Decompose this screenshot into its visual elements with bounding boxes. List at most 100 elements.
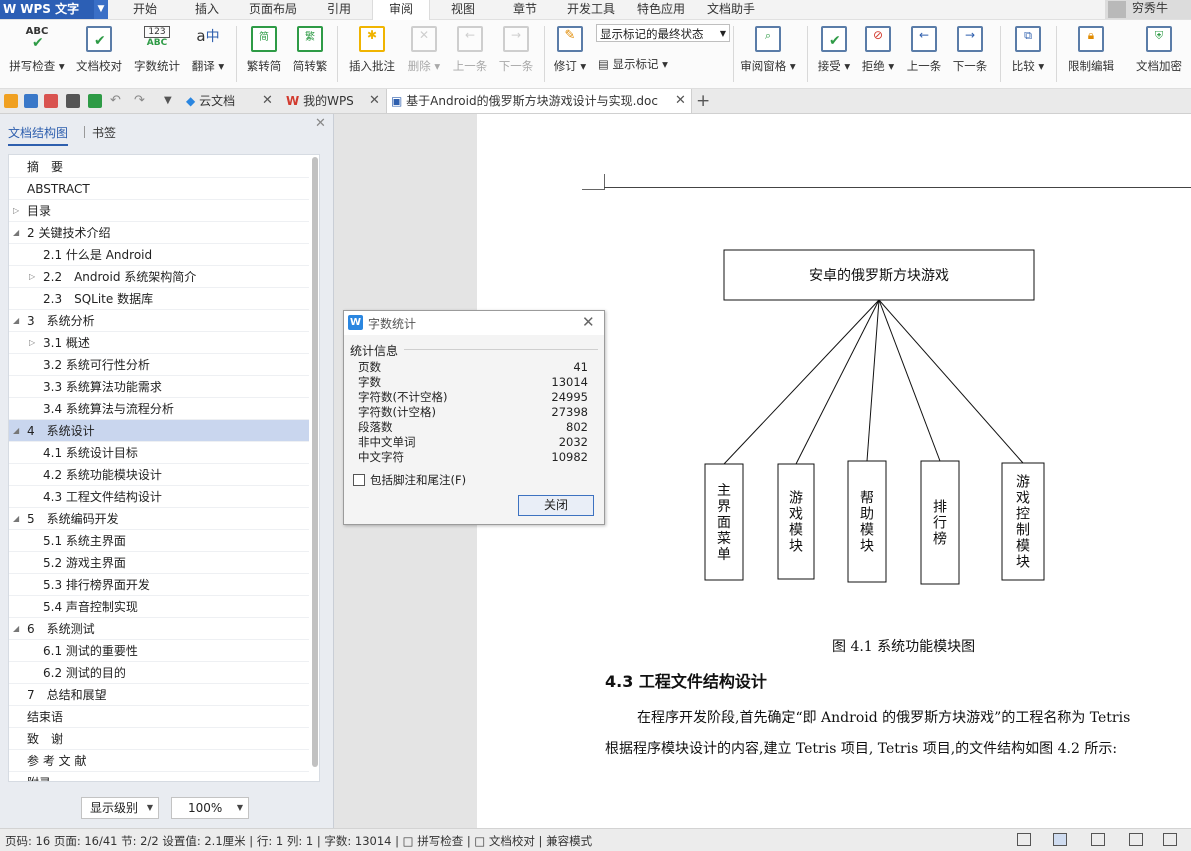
outline-item[interactable]: ◢ 5 系统编码开发 — [9, 508, 309, 530]
collapse-icon[interactable]: ◢ — [13, 508, 19, 530]
outline-item[interactable]: 4.1 系统设计目标 — [9, 442, 309, 464]
tab-special-apps[interactable]: 特色应用 — [628, 0, 694, 19]
next-change-button[interactable]: → 下一条 — [952, 24, 988, 84]
outline-item[interactable]: 结束语 — [9, 706, 309, 728]
web-view-icon[interactable] — [1129, 833, 1143, 846]
outline-item[interactable]: 3.2 系统可行性分析 — [9, 354, 309, 376]
outline-item[interactable]: 致 谢 — [9, 728, 309, 750]
export-pdf-icon[interactable] — [44, 94, 58, 108]
accept-button[interactable]: ✔ 接受 ▾ — [816, 24, 852, 84]
collapse-icon[interactable]: ◢ — [13, 222, 19, 244]
tab-insert[interactable]: 插入 — [184, 0, 230, 19]
compare-button[interactable]: ⧉ 比较 ▾ — [1010, 24, 1046, 84]
outline-item[interactable]: 3.3 系统算法功能需求 — [9, 376, 309, 398]
doc-proof-button[interactable]: ✔ 文档校对 — [74, 24, 124, 84]
reading-mode-icon[interactable] — [1163, 833, 1177, 846]
outline-item[interactable]: 摘 要 — [9, 156, 309, 178]
tab-developer[interactable]: 开发工具 — [558, 0, 624, 19]
tab-references[interactable]: 引用 — [316, 0, 362, 19]
undo-icon[interactable]: ↶ — [110, 94, 124, 108]
full-screen-icon[interactable] — [1017, 833, 1031, 846]
outline-item[interactable]: ▷ 3.1 概述 — [9, 332, 309, 354]
include-footnotes-checkbox[interactable] — [353, 474, 365, 486]
tab-review[interactable]: 审阅 — [372, 0, 430, 20]
outline-item[interactable]: ◢ 6 系统测试 — [9, 618, 309, 640]
markup-state-select[interactable]: 显示标记的最终状态 ▼ — [596, 24, 730, 42]
tab-my-wps[interactable]: W 我的WPS ✕ — [286, 89, 386, 113]
close-button[interactable]: 关闭 — [518, 495, 594, 516]
tab-start[interactable]: 开始 — [122, 0, 168, 19]
outline-item[interactable]: 3.4 系统算法与流程分析 — [9, 398, 309, 420]
encrypt-button[interactable]: ⛨ 文档加密 — [1134, 24, 1184, 84]
print-icon[interactable] — [66, 94, 80, 108]
print-preview-icon[interactable] — [88, 94, 102, 108]
insert-comment-button[interactable]: ✱ 插入批注 — [348, 24, 396, 84]
scrollbar[interactable] — [312, 157, 318, 767]
outline-item[interactable]: 6.1 测试的重要性 — [9, 640, 309, 662]
wps-app-menu[interactable]: W WPS 文字 ▼ — [0, 0, 108, 19]
to-simplified-button[interactable]: 简 繁转简 — [246, 24, 282, 84]
review-pane-button[interactable]: ⌕ 审阅窗格 ▾ — [738, 24, 798, 84]
outline-item[interactable]: ▷ 目录 — [9, 200, 309, 222]
outline-item[interactable]: ◢ 2 关键技术介绍 — [9, 222, 309, 244]
tab-doc-assistant[interactable]: 文档助手 — [698, 0, 764, 19]
show-markup-button[interactable]: ▤ 显示标记 ▾ — [598, 56, 668, 72]
outline-item[interactable]: 2.3 SQLite 数据库 — [9, 288, 309, 310]
user-account[interactable]: 穷秀牛 — [1105, 0, 1191, 19]
close-icon[interactable]: ✕ — [582, 313, 595, 331]
collapse-icon[interactable]: ◢ — [13, 618, 19, 640]
page-view-icon[interactable] — [1053, 833, 1067, 846]
customize-toolbar-icon[interactable]: ▼ — [164, 94, 178, 108]
next-comment-button[interactable]: → 下一条 — [498, 24, 534, 84]
outline-item[interactable]: ◢ 3 系统分析 — [9, 310, 309, 332]
expand-icon[interactable]: ▷ — [13, 200, 19, 222]
outline-item[interactable]: 2.1 什么是 Android — [9, 244, 309, 266]
outline-item[interactable]: 4.3 工程文件结构设计 — [9, 486, 309, 508]
display-level-select[interactable]: 显示级别 ▼ — [81, 797, 159, 819]
revise-button[interactable]: ✎ 修订 ▾ — [552, 24, 588, 84]
outline-item[interactable]: 附录 — [9, 772, 309, 781]
tab-bookmarks[interactable]: 书签 — [92, 124, 116, 141]
redo-icon[interactable]: ↷ — [134, 94, 148, 108]
outline-item[interactable]: 6.2 测试的目的 — [9, 662, 309, 684]
tab-view[interactable]: 视图 — [440, 0, 486, 19]
collapse-icon[interactable]: ◢ — [13, 310, 19, 332]
previous-comment-button[interactable]: ← 上一条 — [452, 24, 488, 84]
tab-document-map[interactable]: 文档结构图 — [8, 124, 69, 146]
outline-item[interactable]: 4.2 系统功能模块设计 — [9, 464, 309, 486]
delete-comment-button[interactable]: ✕ 删除 ▾ — [404, 24, 444, 84]
spell-check-button[interactable]: ABC ✔ 拼写检查 ▾ — [8, 24, 66, 84]
include-footnotes-label[interactable]: 包括脚注和尾注(F) — [370, 472, 466, 488]
tab-page-layout[interactable]: 页面布局 — [240, 0, 306, 19]
to-traditional-button[interactable]: 繁 简转繁 — [292, 24, 328, 84]
close-icon[interactable]: ✕ — [262, 89, 273, 113]
word-count-button[interactable]: 123 ABC 字数统计 — [132, 24, 182, 84]
collapse-icon[interactable]: ◢ — [13, 420, 19, 442]
outline-view-icon[interactable] — [1091, 833, 1105, 846]
tab-cloud-docs[interactable]: ◆ 云文档 ✕ — [186, 89, 278, 113]
outline-item[interactable]: 参 考 文 献 — [9, 750, 309, 772]
outline-item[interactable]: 5.3 排行榜界面开发 — [9, 574, 309, 596]
outline-item[interactable]: ABSTRACT — [9, 178, 309, 200]
close-icon[interactable]: ✕ — [675, 89, 686, 113]
tab-document[interactable]: ▣ 基于Android的俄罗斯方块游戏设计与实现.doc ✕ — [386, 89, 692, 113]
open-folder-icon[interactable] — [4, 94, 18, 108]
outline-item[interactable]: 5.1 系统主界面 — [9, 530, 309, 552]
reject-button[interactable]: ⊘ 拒绝 ▾ — [860, 24, 896, 84]
close-icon[interactable]: ✕ — [315, 116, 326, 131]
outline-item[interactable]: 5.4 声音控制实现 — [9, 596, 309, 618]
zoom-select[interactable]: 100% ▼ — [171, 797, 249, 819]
tab-chapter[interactable]: 章节 — [502, 0, 548, 19]
outline-item[interactable]: 7 总结和展望 — [9, 684, 309, 706]
new-tab-button[interactable]: + — [696, 89, 712, 113]
restrict-edit-button[interactable]: 🔒︎ 限制编辑 — [1066, 24, 1116, 84]
prev-change-button[interactable]: ← 上一条 — [906, 24, 942, 84]
close-icon[interactable]: ✕ — [369, 89, 380, 113]
translate-button[interactable]: a中 翻译 ▾ — [190, 24, 226, 84]
outline-item[interactable]: ▷ 2.2 Android 系统架构简介 — [9, 266, 309, 288]
save-icon[interactable] — [24, 94, 38, 108]
outline-item[interactable]: 5.2 游戏主界面 — [9, 552, 309, 574]
expand-icon[interactable]: ▷ — [29, 332, 35, 354]
dialog-titlebar[interactable]: W 字数统计 ✕ — [344, 311, 604, 335]
outline-item[interactable]: ◢ 4 系统设计 — [9, 420, 309, 442]
